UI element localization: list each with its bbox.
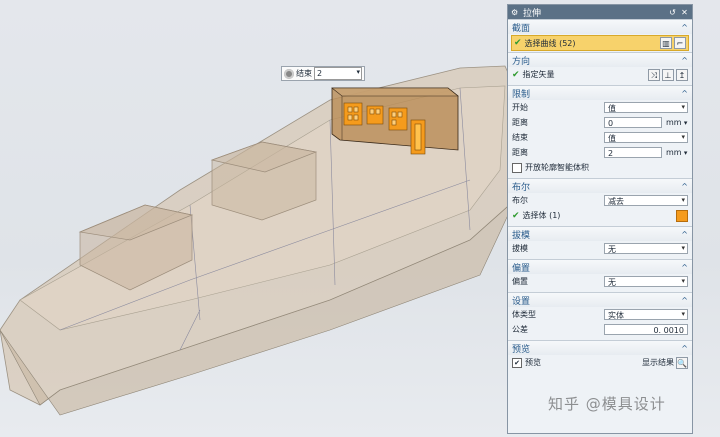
- body-select-icon[interactable]: [676, 209, 688, 222]
- end-row: 结束 值: [508, 130, 692, 145]
- offset-label: 偏置: [512, 277, 528, 286]
- dialog-titlebar: ⚙ 拉伸 ↺ ✕: [508, 5, 692, 19]
- start-distance-input[interactable]: 0: [604, 117, 662, 128]
- check-icon: ✔: [512, 69, 520, 80]
- watermark: 知乎 @模具设计: [548, 395, 666, 413]
- start-label: 开始: [512, 103, 528, 112]
- reset-icon[interactable]: ↺: [668, 8, 677, 17]
- specify-vector-row[interactable]: ✔ 指定矢量 ⤨ ⊥ ↥: [508, 67, 692, 82]
- dialog-title: 拉伸: [523, 8, 542, 19]
- mini-toolbar[interactable]: 结束 2: [281, 66, 365, 81]
- check-icon: ✔: [514, 38, 522, 48]
- distance-label: 距离: [512, 148, 528, 157]
- boolean-header[interactable]: 布尔 ^: [508, 178, 692, 193]
- end-label: 结束: [512, 133, 528, 142]
- chevron-up-icon[interactable]: ^: [681, 89, 688, 98]
- check-icon: ✔: [512, 210, 520, 221]
- draft-label: 拔模: [512, 244, 528, 253]
- preview-label: 预览: [525, 358, 541, 367]
- specify-vector-label: 指定矢量: [522, 70, 555, 79]
- boolean-label: 布尔: [512, 196, 528, 205]
- direction-header[interactable]: 方向 ^: [508, 52, 692, 67]
- distance-start-row: 距离 0 mm: [508, 115, 692, 130]
- preview-header[interactable]: 预览 ^: [508, 340, 692, 355]
- offset-row: 偏置 无: [508, 274, 692, 289]
- tolerance-input[interactable]: 0. 0010: [604, 324, 688, 335]
- show-result-icon[interactable]: 🔍: [676, 356, 688, 369]
- chevron-up-icon[interactable]: ^: [681, 296, 688, 305]
- tolerance-row: 公差 0. 0010: [508, 322, 692, 337]
- limits-header[interactable]: 限制 ^: [508, 85, 692, 100]
- extrude-dialog: ⚙ 拉伸 ↺ ✕ 截面 ^ ✔ 选择曲线 (52) ▥ ⌐ 方向 ^ ✔ 指定矢…: [507, 4, 693, 434]
- gear-icon[interactable]: ⚙: [511, 8, 520, 17]
- boolean-row: 布尔 减去: [508, 193, 692, 208]
- select-body-row[interactable]: ✔ 选择体 (1): [508, 208, 692, 223]
- offset-title: 偏置: [512, 263, 531, 274]
- vector-type-icon[interactable]: ↥: [676, 68, 688, 81]
- preview-title: 预览: [512, 344, 531, 355]
- open-profile-label: 开放轮廓智能体积: [525, 163, 589, 172]
- chevron-up-icon[interactable]: ^: [681, 263, 688, 272]
- body-type-dropdown[interactable]: 实体: [604, 309, 688, 320]
- open-profile-checkbox[interactable]: [512, 162, 522, 173]
- section-title: 截面: [512, 23, 531, 34]
- draft-dropdown[interactable]: 无: [604, 243, 688, 254]
- distance-label: 距离: [512, 118, 528, 127]
- section-header[interactable]: 截面 ^: [508, 19, 692, 34]
- direction-title: 方向: [512, 56, 531, 67]
- offset-header[interactable]: 偏置 ^: [508, 259, 692, 274]
- chevron-up-icon[interactable]: ^: [681, 182, 688, 191]
- limits-title: 限制: [512, 89, 531, 100]
- vector-dialog-icon[interactable]: ⊥: [662, 68, 674, 81]
- mini-toolbar-label: 结束: [296, 69, 312, 78]
- body-type-label: 体类型: [512, 310, 536, 319]
- preview-checkbox[interactable]: ✔: [512, 357, 522, 368]
- end-dropdown[interactable]: 值: [604, 132, 688, 143]
- sketch-section-icon[interactable]: ▥: [660, 37, 672, 49]
- body-type-row: 体类型 实体: [508, 307, 692, 322]
- settings-title: 设置: [512, 296, 531, 307]
- tolerance-label: 公差: [512, 325, 528, 334]
- start-row: 开始 值: [508, 100, 692, 115]
- select-body-label: 选择体 (1): [522, 211, 561, 220]
- limit-type-icon[interactable]: [284, 68, 294, 79]
- chevron-up-icon[interactable]: ^: [681, 344, 688, 353]
- reverse-direction-icon[interactable]: ⤨: [648, 68, 660, 81]
- chevron-up-icon[interactable]: ^: [681, 56, 688, 65]
- start-dropdown[interactable]: 值: [604, 102, 688, 113]
- end-distance-input[interactable]: 2: [604, 147, 662, 158]
- end-distance-unit[interactable]: mm: [662, 148, 688, 157]
- show-result-label: 显示结果: [642, 358, 674, 367]
- draft-header[interactable]: 拔模 ^: [508, 226, 692, 241]
- boolean-dropdown[interactable]: 减去: [604, 195, 688, 206]
- boolean-title: 布尔: [512, 182, 531, 193]
- chevron-up-icon[interactable]: ^: [681, 230, 688, 239]
- preview-row: ✔ 预览 显示结果 🔍: [508, 355, 692, 370]
- offset-dropdown[interactable]: 无: [604, 276, 688, 287]
- distance-end-row: 距离 2 mm: [508, 145, 692, 160]
- start-distance-unit[interactable]: mm: [662, 118, 688, 127]
- close-icon[interactable]: ✕: [680, 8, 689, 17]
- draft-title: 拔模: [512, 230, 531, 241]
- chevron-up-icon[interactable]: ^: [681, 23, 688, 32]
- draft-row: 拔模 无: [508, 241, 692, 256]
- select-curve-row[interactable]: ✔ 选择曲线 (52) ▥ ⌐: [511, 35, 689, 51]
- settings-header[interactable]: 设置 ^: [508, 292, 692, 307]
- open-profile-row[interactable]: 开放轮廓智能体积: [508, 160, 692, 175]
- curve-icon[interactable]: ⌐: [674, 37, 686, 49]
- select-curve-label: 选择曲线 (52): [524, 38, 576, 48]
- end-distance-dropdown[interactable]: 2: [314, 67, 362, 80]
